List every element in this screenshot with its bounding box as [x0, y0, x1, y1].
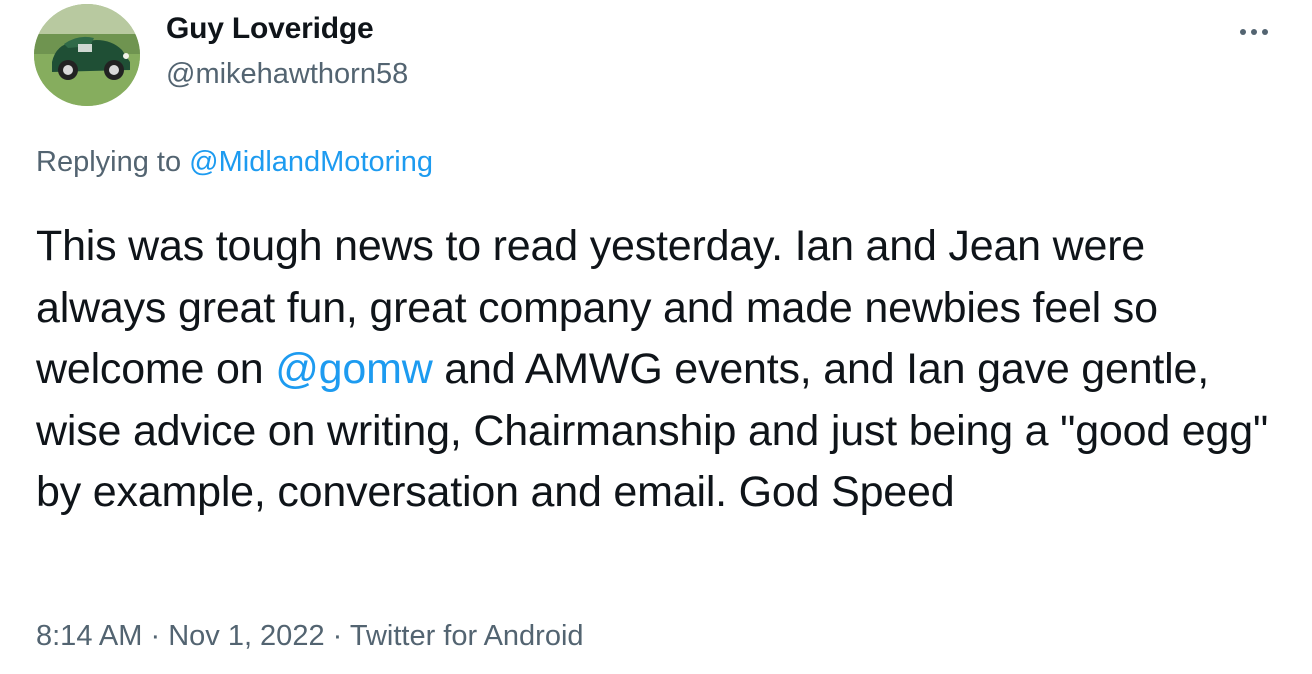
author-display-name[interactable]: Guy Loveridge — [166, 12, 374, 46]
tweet-meta: 8:14 AM · Nov 1, 2022 · Twitter for Andr… — [36, 620, 584, 653]
tweet-source[interactable]: Twitter for Android — [350, 620, 584, 652]
meta-separator: · — [142, 620, 169, 652]
avatar[interactable] — [34, 4, 140, 106]
more-horizontal-icon — [1240, 29, 1268, 35]
meta-separator: · — [324, 620, 350, 652]
tweet-time[interactable]: 8:14 AM — [36, 620, 142, 652]
avatar-image — [34, 4, 140, 106]
author-handle[interactable]: @mikehawthorn58 — [166, 58, 408, 91]
replying-prefix: Replying to — [36, 146, 190, 178]
tweet-date[interactable]: Nov 1, 2022 — [168, 620, 324, 652]
tweet-text: This was tough news to read yesterday. I… — [36, 216, 1286, 524]
more-options-button[interactable] — [1236, 14, 1272, 50]
replying-to: Replying to @MidlandMotoring — [36, 146, 433, 179]
tweet-mention-link[interactable]: @gomw — [275, 345, 433, 393]
reply-mention-link[interactable]: @MidlandMotoring — [189, 146, 433, 178]
